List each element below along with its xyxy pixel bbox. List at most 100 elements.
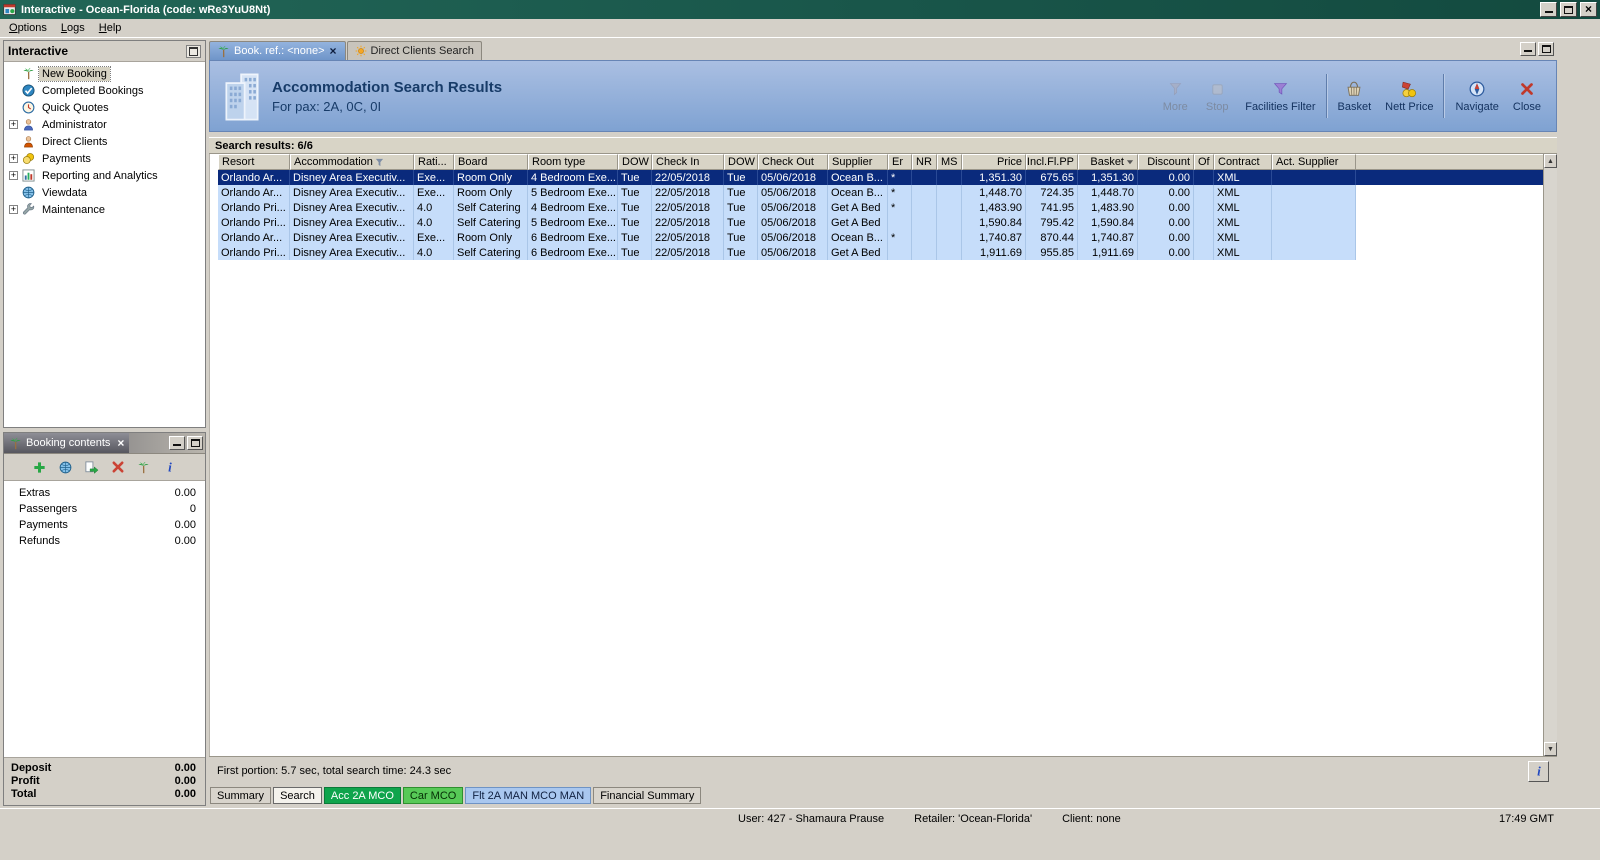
column-header-price[interactable]: Price [962, 154, 1026, 170]
tab-flt-2a-man-mco-man[interactable]: Flt 2A MAN MCO MAN [465, 787, 592, 804]
sidebar-item-viewdata[interactable]: Viewdata [4, 184, 205, 201]
close-icon: × [1584, 2, 1592, 16]
sidebar-item-label: Reporting and Analytics [42, 169, 158, 182]
window-minimize-button[interactable] [1540, 2, 1557, 17]
tab-summary[interactable]: Summary [210, 787, 272, 804]
panel-collapse-button[interactable] [186, 44, 201, 58]
column-header-board[interactable]: Board [454, 154, 528, 170]
result-row[interactable]: Orlando Pri... Disney Area Executiv... 4.0… [218, 245, 1356, 260]
cell-dow: Tue [618, 200, 652, 215]
cell-ms [937, 170, 962, 185]
info-icon[interactable]: i [162, 459, 178, 475]
interactive-panel: Interactive New Booking Completed Booking… [3, 40, 206, 428]
cell-room-type: 5 Bedroom Exe... [528, 185, 618, 200]
column-header-dow[interactable]: DOW [724, 154, 758, 170]
filter-icon[interactable] [375, 158, 384, 167]
cell-ms [937, 200, 962, 215]
cell-board: Room Only [454, 185, 528, 200]
palm-icon[interactable] [136, 459, 152, 475]
tab-financial-summary[interactable]: Financial Summary [593, 787, 702, 804]
scroll-down-icon[interactable]: ▼ [1544, 742, 1557, 756]
chart-icon [22, 169, 35, 182]
sidebar-item-payments[interactable]: + Payments [4, 150, 205, 167]
toolbar-button-facilities-filter[interactable]: Facilities Filter [1238, 76, 1322, 116]
expand-icon[interactable]: + [9, 154, 18, 163]
column-header-incl-fl-pp[interactable]: Incl.Fl.PP [1026, 154, 1078, 170]
menu-help[interactable]: Help [92, 20, 129, 36]
sidebar-item-quick-quotes[interactable]: Quick Quotes [4, 99, 205, 116]
sidebar-item-administrator[interactable]: + Administrator [4, 116, 205, 133]
delete-icon[interactable] [110, 459, 126, 475]
column-header-of[interactable]: Of [1194, 154, 1214, 170]
send-icon[interactable] [84, 459, 100, 475]
panel-minimize-button[interactable] [169, 436, 185, 450]
column-header-label: Basket [1090, 156, 1124, 168]
globe-icon[interactable] [58, 459, 74, 475]
close-tab-icon[interactable]: × [329, 45, 338, 57]
result-row[interactable]: Orlando Ar... Disney Area Executiv... Exe.… [218, 170, 1543, 185]
sidebar-item-new-booking[interactable]: New Booking [4, 65, 205, 82]
toolbar-button-navigate[interactable]: Navigate [1448, 76, 1505, 116]
sort-icon[interactable] [1126, 158, 1134, 166]
tab-acc-2a-mco[interactable]: Acc 2A MCO [323, 787, 401, 804]
cell-price: 1,590.84 [962, 215, 1026, 230]
add-icon[interactable] [32, 459, 48, 475]
window-maximize-button[interactable] [1560, 2, 1577, 17]
cell-check-out: 05/06/2018 [758, 215, 828, 230]
info-button[interactable]: i [1528, 760, 1549, 782]
clock-icon [22, 101, 35, 114]
column-header-act-supplier[interactable]: Act. Supplier [1272, 154, 1356, 170]
column-header-room-type[interactable]: Room type [528, 154, 618, 170]
toolbar-button-basket[interactable]: Basket [1331, 76, 1379, 116]
cell-rati: Exe... [414, 170, 454, 185]
column-header-dow[interactable]: DOW [618, 154, 652, 170]
close-panel-icon[interactable]: × [117, 437, 124, 449]
view-minimize-button[interactable] [1520, 42, 1536, 56]
result-row[interactable]: Orlando Pri... Disney Area Executiv... 4.0… [218, 215, 1356, 230]
column-header-label: Incl.Fl.PP [1026, 156, 1074, 168]
column-header-check-in[interactable]: Check In [652, 154, 724, 170]
view-restore-button[interactable] [1538, 42, 1554, 56]
column-header-rati[interactable]: Rati... [414, 154, 454, 170]
sidebar-item-reporting-and-analytics[interactable]: + Reporting and Analytics [4, 167, 205, 184]
column-header-ms[interactable]: MS [937, 154, 962, 170]
result-row[interactable]: Orlando Pri... Disney Area Executiv... 4.0… [218, 200, 1356, 215]
tab-direct-clients-search[interactable]: Direct Clients Search [346, 41, 482, 60]
column-header-supplier[interactable]: Supplier [828, 154, 888, 170]
cell-contract: XML [1214, 200, 1272, 215]
sidebar-item-direct-clients[interactable]: Direct Clients [4, 133, 205, 150]
sidebar-item-completed-bookings[interactable]: Completed Bookings [4, 82, 205, 99]
expand-icon[interactable]: + [9, 171, 18, 180]
column-header-nr[interactable]: NR [912, 154, 937, 170]
row-value: 0 [189, 503, 196, 515]
building-icon [222, 71, 262, 123]
cell-act-supplier [1272, 185, 1356, 200]
menu-logs[interactable]: Logs [54, 20, 92, 36]
toolbar-button-nett-price[interactable]: Nett Price [1378, 76, 1440, 116]
sidebar-item-maintenance[interactable]: + Maintenance [4, 201, 205, 218]
column-header-resort[interactable]: Resort [218, 154, 290, 170]
cell-check-out: 05/06/2018 [758, 185, 828, 200]
vertical-scrollbar[interactable]: ▲ ▼ [1543, 154, 1557, 756]
sidebar-item-label: Completed Bookings [42, 84, 144, 97]
column-header-discount[interactable]: Discount [1138, 154, 1194, 170]
tab-car-mco[interactable]: Car MCO [402, 787, 464, 804]
booking-contents-tab[interactable]: Booking contents × [4, 433, 130, 453]
expand-icon[interactable]: + [9, 205, 18, 214]
scroll-up-icon[interactable]: ▲ [1544, 154, 1557, 168]
expand-icon[interactable]: + [9, 120, 18, 129]
tab-book-ref-none[interactable]: Book. ref.: <none> × [209, 41, 346, 60]
result-row[interactable]: Orlando Ar... Disney Area Executiv... Exe.… [218, 230, 1356, 245]
window-close-button[interactable]: × [1580, 2, 1597, 17]
tab-search[interactable]: Search [273, 787, 322, 804]
booking-contents-row: Payments 0.00 [4, 517, 205, 533]
column-header-basket[interactable]: Basket [1078, 154, 1138, 170]
panel-restore-button[interactable] [187, 436, 203, 450]
result-row[interactable]: Orlando Ar... Disney Area Executiv... Exe.… [218, 185, 1356, 200]
column-header-accommodation[interactable]: Accommodation [290, 154, 414, 170]
column-header-contract[interactable]: Contract [1214, 154, 1272, 170]
menu-options[interactable]: Options [2, 20, 54, 36]
column-header-check-out[interactable]: Check Out [758, 154, 828, 170]
column-header-er[interactable]: Er [888, 154, 912, 170]
toolbar-button-close[interactable]: Close [1506, 76, 1548, 116]
